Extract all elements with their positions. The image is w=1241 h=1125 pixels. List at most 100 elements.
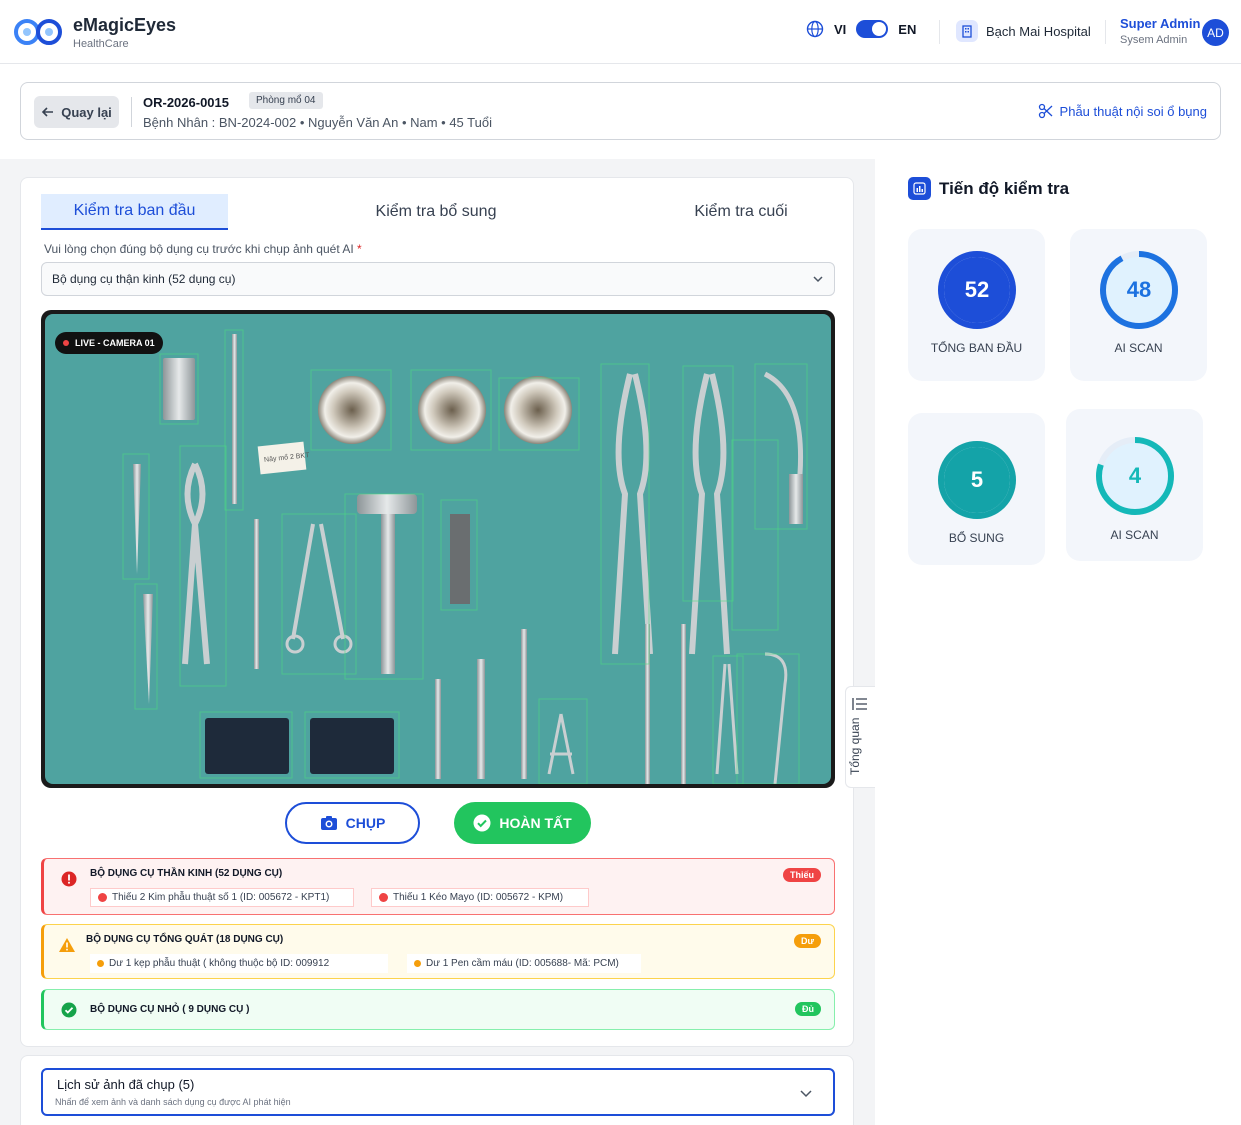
error-icon <box>61 871 77 887</box>
header-divider <box>1105 20 1106 44</box>
divider <box>131 97 132 127</box>
logo-icon <box>14 19 62 45</box>
overview-label: Tổng quan <box>848 717 862 775</box>
hospital-selector[interactable]: Bạch Mai Hospital <box>956 20 1091 42</box>
live-dot-icon <box>63 340 69 346</box>
procedure-name: Phẫu thuật nội soi ổ bụng <box>1059 103 1207 119</box>
rongeur-instrument <box>689 373 730 655</box>
missing-alert: BỘ DỤNG CỤ THẦN KINH (52 DỤNG CỤ) Thiếu … <box>41 858 835 915</box>
extra-item: Dư 1 Pen cầm máu (ID: 005688- Mã: PCM) <box>407 954 641 973</box>
language-toggle[interactable] <box>856 20 889 38</box>
progress-title-text: Tiến độ kiểm tra <box>939 178 1070 198</box>
lang-en-label[interactable]: EN <box>898 22 916 37</box>
status-badge: Thiếu <box>783 868 821 882</box>
brand-name: eMagicEyes <box>73 15 177 35</box>
live-indicator: LIVE - CAMERA 01 <box>55 332 163 354</box>
history-title: Lịch sử ảnh đã chụp (5) <box>57 1077 195 1092</box>
tab-final-check[interactable]: Kiểm tra cuối <box>646 194 836 230</box>
kit-select-value: Bộ dụng cụ thận kinh (52 dụng cụ) <box>52 272 236 286</box>
instrument-rack <box>450 514 470 604</box>
scissors-instrument <box>291 523 345 640</box>
user-role: Sysem Admin <box>1120 34 1188 46</box>
stat-card-ai-scan: 48 AI SCAN <box>1070 229 1207 381</box>
language-switcher: VI EN <box>806 20 916 38</box>
minus-circle-icon <box>98 893 107 902</box>
tab-additional-check[interactable]: Kiểm tra bổ sung <box>341 194 531 230</box>
procedure-link[interactable]: Phẫu thuật nội soi ổ bụng <box>1038 103 1207 119</box>
tab-initial-check[interactable]: Kiểm tra ban đầu <box>41 194 228 230</box>
camera-feed[interactable]: LIVE - CAMERA 01 Nây mổ 2 BKT <box>41 310 835 788</box>
mallet-instrument <box>357 494 417 514</box>
hospital-name: Bạch Mai Hospital <box>986 23 1091 39</box>
patient-info: Bệnh Nhân : BN-2024-002 • Nguyễn Văn An … <box>143 115 492 130</box>
check-circle-icon <box>61 1002 77 1018</box>
missing-item: Thiếu 2 Kim phẫu thuật số 1 (ID: 005672 … <box>90 888 354 907</box>
app-header: eMagicEyes HealthCare VI EN Bạch Mai Hos… <box>0 0 1241 64</box>
room-badge: Phòng mổ 04 <box>249 92 323 109</box>
globe-icon <box>806 20 824 38</box>
arrow-left-icon <box>42 107 54 117</box>
rongeur-instrument <box>182 462 210 665</box>
back-button[interactable]: Quay lại <box>34 96 119 128</box>
progress-title: Tiến độ kiểm tra <box>908 177 1069 200</box>
stat-label: BỔ SUNG <box>948 531 1005 545</box>
live-label: LIVE - CAMERA 01 <box>75 338 155 348</box>
chevron-down-icon <box>800 1090 812 1098</box>
probe-instrument <box>232 334 237 504</box>
history-accordion[interactable]: Lịch sử ảnh đã chụp (5) Nhấn để xem ảnh … <box>41 1068 835 1116</box>
missing-item: Thiếu 1 Kéo Mayo (ID: 005672 - KPM) <box>371 888 589 907</box>
user-menu[interactable]: Super Admin Sysem Admin <box>1120 16 1200 46</box>
status-badge: Đủ <box>795 1002 821 1016</box>
scissors-icon <box>1038 103 1052 119</box>
status-badge: Dư <box>793 934 821 948</box>
probe-instrument <box>254 519 259 669</box>
kit-select[interactable]: Bộ dụng cụ thận kinh (52 dụng cụ) <box>41 262 835 296</box>
stat-value: 52 <box>964 277 990 302</box>
overview-side-tab[interactable]: Tổng quan <box>845 686 875 788</box>
capture-button[interactable]: CHỤP <box>285 802 420 844</box>
bowl-icon <box>418 376 486 444</box>
chart-icon <box>908 177 931 200</box>
stat-card-ai-scan-additional: 4 AI SCAN <box>1066 409 1203 561</box>
forceps-instrument <box>133 464 141 574</box>
stat-label: AI SCAN <box>1114 341 1163 355</box>
complete-button[interactable]: HOÀN TẤT <box>454 802 591 844</box>
stat-value: 5 <box>970 467 984 492</box>
complete-alert: BỘ DỤNG CỤ NHỎ ( 9 DỤNG CỤ ) Đủ <box>41 989 835 1030</box>
tray-illustration: Nây mổ 2 BKT <box>122 329 808 784</box>
alert-title: BỘ DỤNG CỤ THẦN KINH (52 DỤNG CỤ) <box>90 868 283 879</box>
capture-label: CHỤP <box>345 815 386 831</box>
bowl-icon <box>504 376 572 444</box>
stat-value: 4 <box>1128 463 1142 488</box>
stat-label: AI SCAN <box>1110 528 1159 542</box>
extra-alert: BỘ DỤNG CỤ TỔNG QUÁT (18 DỤNG CỤ) Dư Dư … <box>41 924 835 979</box>
lang-vi-label[interactable]: VI <box>834 22 846 37</box>
alert-title: BỘ DỤNG CỤ TỔNG QUÁT (18 DỤNG CỤ) <box>86 934 284 945</box>
required-mark: * <box>357 242 362 256</box>
list-icon <box>852 698 867 710</box>
bowl-icon <box>318 376 386 444</box>
camera-icon <box>320 816 337 830</box>
warning-icon <box>59 938 75 952</box>
instrument-tray-image: LIVE - CAMERA 01 Nây mổ 2 BKT <box>45 314 831 784</box>
stat-label: TỔNG BAN ĐẦU <box>930 341 1023 355</box>
missing-item-text: Thiếu 1 Kéo Mayo (ID: 005672 - KPM) <box>393 892 564 903</box>
avatar[interactable]: AD <box>1202 19 1229 46</box>
user-name: Super Admin <box>1120 16 1201 31</box>
extra-item: Dư 1 kẹp phẫu thuật ( không thuộc bộ ID:… <box>90 954 388 973</box>
missing-item-text: Thiếu 2 Kim phẫu thuật số 1 (ID: 005672 … <box>112 892 330 903</box>
minus-circle-icon <box>379 893 388 902</box>
kit-select-label-text: Vui lòng chọn đúng bộ dụng cụ trước khi … <box>44 242 354 256</box>
dot-icon <box>414 960 421 967</box>
retractor-plate <box>163 358 195 420</box>
forceps-instrument <box>143 594 153 704</box>
back-label: Quay lại <box>61 104 112 120</box>
rongeur-instrument <box>612 373 653 655</box>
check-circle-icon <box>473 814 491 832</box>
history-subtitle: Nhấn để xem ảnh và danh sách dụng cụ đượ… <box>55 1097 291 1107</box>
stat-card-initial-total: 52 TỔNG BAN ĐẦU <box>908 229 1045 381</box>
patient-bar: Quay lại OR-2026-0015 Phòng mổ 04 Bệnh N… <box>20 82 1221 140</box>
brand-subtitle: HealthCare <box>73 38 129 50</box>
kit-select-label: Vui lòng chọn đúng bộ dụng cụ trước khi … <box>44 242 362 256</box>
inspection-card: Kiểm tra ban đầu Kiểm tra bổ sung Kiểm t… <box>20 177 854 1047</box>
